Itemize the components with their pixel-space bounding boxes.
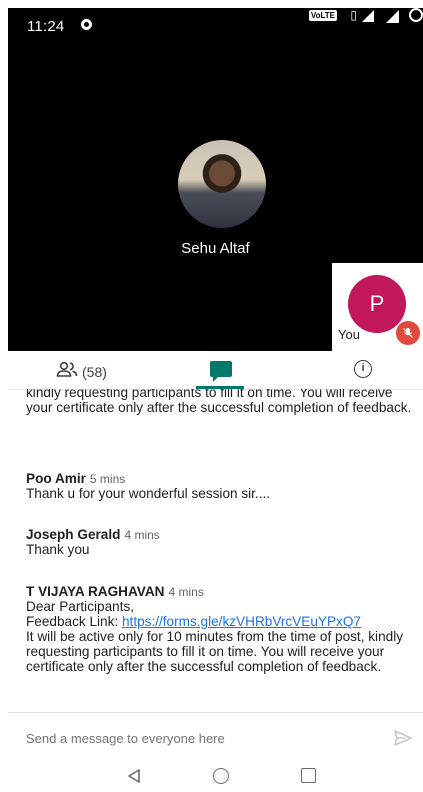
sender-name: T VIJAYA RAGHAVAN (26, 584, 165, 599)
sender-name: Poo Amir (26, 471, 86, 486)
notification-icon (81, 19, 92, 30)
message-sender: Poo Amir 5 mins (26, 471, 418, 486)
message-text: Thank u for your wonderful session sir..… (26, 486, 271, 501)
link-label: Feedback Link: (26, 614, 119, 629)
sender-name: Joseph Gerald (26, 527, 121, 542)
message-time: 4 mins (168, 585, 204, 599)
video-area[interactable]: 11:24 VoLTE ▯ Sehu Altaf P You (8, 8, 423, 351)
message-text: Thank you (26, 542, 90, 557)
tab-bar: (58) i (8, 351, 423, 390)
message-sender: Joseph Gerald 4 mins (26, 527, 418, 542)
tab-people[interactable]: (58) (52, 351, 142, 389)
vibrate-icon: ▯ (350, 8, 357, 22)
message-text: Dear Participants, (26, 599, 135, 614)
list-item: kindly requesting participants to fill i… (26, 389, 418, 415)
self-video-tile[interactable]: P You (332, 263, 423, 351)
message-input[interactable] (26, 728, 366, 748)
message-time: 4 mins (124, 528, 160, 542)
recents-icon[interactable] (301, 768, 316, 783)
message-text: kindly requesting participants to fill i… (26, 389, 412, 415)
status-time: 11:24 (27, 18, 65, 35)
send-icon[interactable] (393, 728, 413, 748)
tab-info[interactable]: i (348, 351, 388, 389)
tab-chat[interactable] (196, 351, 244, 389)
chat-icon (210, 361, 232, 382)
people-icon (56, 361, 78, 377)
status-bar: 11:24 VoLTE ▯ (8, 8, 423, 40)
home-icon[interactable] (213, 768, 229, 784)
info-icon: i (354, 360, 372, 378)
self-avatar: P (348, 275, 406, 333)
speaker-name: Sehu Altaf (181, 240, 250, 257)
signal-icon (362, 10, 374, 22)
system-nav-bar (8, 762, 423, 792)
feedback-link[interactable]: https://forms.gle/kzVHRbVrcVEuYPxQ7 (122, 614, 361, 629)
message-composer (8, 712, 423, 763)
self-label: You (338, 327, 360, 342)
battery-icon (409, 8, 423, 22)
list-item: Poo Amir 5 mins Thank u for your wonderfu… (26, 471, 418, 501)
chat-message-list[interactable]: kindly requesting participants to fill i… (26, 389, 418, 709)
volte-badge: VoLTE (308, 10, 337, 21)
list-item: T VIJAYA RAGHAVAN 4 mins Dear Participant… (26, 584, 418, 674)
feedback-link-line: Feedback Link: https://forms.gle/kzVHRbV… (26, 614, 418, 629)
list-item: Joseph Gerald 4 mins Thank you (26, 527, 418, 557)
message-text: It will be active only for 10 minutes fr… (26, 629, 404, 674)
mobile-data-icon (386, 10, 399, 23)
message-sender: T VIJAYA RAGHAVAN 4 mins (26, 584, 418, 599)
message-time: 5 mins (89, 472, 126, 486)
mic-off-icon (396, 321, 420, 345)
back-icon[interactable] (126, 768, 142, 784)
people-count: (58) (82, 364, 107, 380)
speaker-avatar (178, 140, 266, 228)
